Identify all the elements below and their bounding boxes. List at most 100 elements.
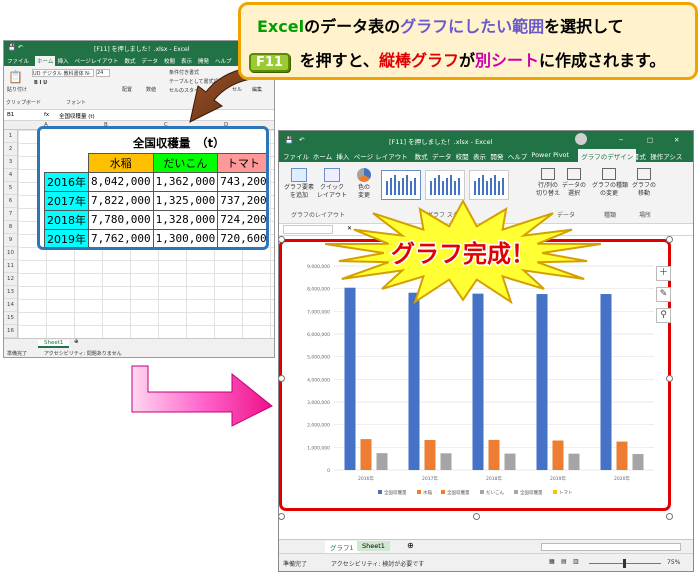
ribbon-tab[interactable]: ページ レイアウト: [354, 151, 408, 161]
row-header[interactable]: 15: [4, 312, 17, 325]
value-cell[interactable]: 724,200: [217, 209, 266, 230]
number-button[interactable]: 数値: [146, 86, 156, 93]
name-box[interactable]: B1: [7, 112, 14, 118]
value-cell[interactable]: 1,254,000: [153, 248, 218, 250]
change-color-button[interactable]: 色の 変更: [353, 168, 375, 200]
value-cell[interactable]: 743,200: [217, 171, 266, 192]
ribbon-tab[interactable]: ファイル: [7, 57, 29, 65]
switch-row-column-button[interactable]: 行/列の 切り替え: [534, 168, 562, 198]
ribbon-tab[interactable]: ファイル: [283, 151, 309, 161]
font-size-select[interactable]: 24: [96, 69, 110, 77]
paste-button[interactable]: 貼り付け: [7, 86, 27, 93]
chart-style-thumbnail[interactable]: [425, 170, 465, 200]
ribbon-tab[interactable]: 校閲: [164, 57, 175, 65]
bold-button[interactable]: B I U: [34, 80, 47, 86]
year-cell[interactable]: 2016年: [44, 171, 89, 192]
resize-handle[interactable]: [279, 513, 285, 520]
value-cell[interactable]: 8,042,000: [88, 171, 154, 192]
table-header-cell[interactable]: だいこん: [152, 152, 219, 173]
ribbon-tab[interactable]: ヘルプ: [508, 151, 528, 161]
page-break-icon[interactable]: ▥: [573, 558, 579, 565]
resize-handle[interactable]: [666, 513, 673, 520]
ribbon-tab[interactable]: 数式: [415, 151, 428, 161]
ribbon-tab[interactable]: データ: [432, 151, 452, 161]
ribbon-tab[interactable]: グラフのデザイン: [578, 149, 637, 162]
row-header[interactable]: 9: [4, 234, 17, 247]
value-cell[interactable]: 7,822,000: [88, 190, 154, 211]
horizontal-scrollbar[interactable]: [541, 543, 681, 551]
value-cell[interactable]: 1,300,000: [152, 228, 219, 247]
ribbon-tab[interactable]: 挿入: [58, 57, 69, 65]
row-header[interactable]: 12: [4, 273, 17, 286]
ribbon-tab[interactable]: ホーム: [35, 56, 56, 66]
font-name-select[interactable]: UD デジタル 教科書体 N-R: [32, 69, 94, 77]
add-sheet-icon[interactable]: ⊕: [74, 339, 79, 345]
normal-view-icon[interactable]: ▦: [549, 558, 555, 565]
row-header[interactable]: 16: [4, 325, 17, 338]
ribbon-tab[interactable]: 表示: [473, 151, 486, 161]
chart-filter-button[interactable]: ⚲: [656, 308, 671, 323]
row-header[interactable]: 2: [4, 143, 17, 156]
page-layout-icon[interactable]: ▤: [561, 558, 567, 565]
add-chart-element-button[interactable]: グラフ要素 を追加: [283, 168, 315, 200]
zoom-level[interactable]: 75%: [667, 559, 680, 566]
ribbon-tab[interactable]: データ: [142, 57, 159, 65]
row-header[interactable]: 7: [4, 208, 17, 221]
ribbon-tab[interactable]: 操作アシス: [650, 151, 682, 161]
value-cell[interactable]: 7,780,000: [88, 209, 154, 230]
table-header-cell[interactable]: 水稲: [88, 152, 154, 173]
row-header[interactable]: 5: [4, 182, 17, 195]
chart-style-thumbnail[interactable]: [381, 170, 421, 200]
value-cell[interactable]: 706,000: [218, 248, 269, 250]
value-cell[interactable]: 1,325,000: [152, 190, 219, 211]
ribbon-tab[interactable]: 開発: [490, 151, 503, 161]
chart-elements-button[interactable]: ＋: [656, 266, 671, 281]
minimize-icon[interactable]: ─: [619, 136, 623, 144]
value-cell[interactable]: 7,762,000: [88, 228, 154, 247]
add-sheet-icon[interactable]: ⊕: [407, 541, 414, 550]
move-chart-button[interactable]: グラフの 移動: [631, 168, 657, 198]
chart-style-gallery[interactable]: [381, 168, 521, 204]
paste-icon[interactable]: 📋: [8, 70, 23, 84]
year-cell[interactable]: 2018年: [44, 209, 89, 230]
value-cell[interactable]: 1,328,000: [152, 209, 219, 230]
row-header[interactable]: 10: [4, 247, 17, 260]
year-cell[interactable]: 2019年: [44, 228, 89, 247]
row-header[interactable]: 13: [4, 286, 17, 299]
row-header[interactable]: 3: [4, 156, 17, 169]
row-header[interactable]: 6: [4, 195, 17, 208]
save-icon[interactable]: 💾: [285, 136, 293, 144]
ribbon-tab[interactable]: 挿入: [336, 151, 349, 161]
close-icon[interactable]: ✕: [674, 136, 679, 144]
undo-icon[interactable]: ↶: [299, 136, 304, 144]
resize-handle[interactable]: [666, 375, 673, 382]
ribbon-tab[interactable]: 校閲: [456, 151, 469, 161]
sheet-tab-sheet1[interactable]: Sheet1: [357, 541, 390, 551]
ribbon-tab[interactable]: ページレイアウト: [75, 57, 119, 65]
row-header[interactable]: 11: [4, 260, 17, 273]
value-cell[interactable]: 720,600: [217, 228, 266, 247]
ribbon-tab[interactable]: 数式: [125, 57, 136, 65]
resize-handle[interactable]: [473, 513, 480, 520]
row-header[interactable]: 8: [4, 221, 17, 234]
accessibility-status[interactable]: アクセシビリティ: 検討が必要です: [331, 559, 424, 568]
value-cell[interactable]: 1,362,000: [152, 171, 219, 192]
ribbon-tab[interactable]: 書式: [633, 151, 646, 161]
value-cell[interactable]: 737,200: [217, 190, 266, 211]
formula-input[interactable]: 全国収穫量 (t): [59, 112, 95, 120]
avatar[interactable]: [575, 133, 587, 145]
resize-handle[interactable]: [279, 375, 285, 382]
table-header-cell[interactable]: トマト: [217, 152, 266, 173]
row-header[interactable]: 1: [4, 130, 17, 143]
year-cell[interactable]: 2020年: [45, 248, 89, 250]
sheet-tab-sheet1[interactable]: Sheet1: [38, 340, 70, 348]
select-data-button[interactable]: データの 選択: [562, 168, 586, 198]
undo-icon[interactable]: ↶: [18, 44, 23, 51]
quick-layout-button[interactable]: クイック レイアウト: [317, 168, 347, 200]
save-icon[interactable]: 💾: [8, 44, 15, 51]
ribbon-tab[interactable]: ホーム: [313, 151, 332, 161]
resize-handle[interactable]: [666, 236, 673, 243]
resize-handle[interactable]: [279, 236, 285, 243]
ribbon-tab[interactable]: Power Pivot: [531, 151, 569, 159]
row-header[interactable]: 4: [4, 169, 17, 182]
